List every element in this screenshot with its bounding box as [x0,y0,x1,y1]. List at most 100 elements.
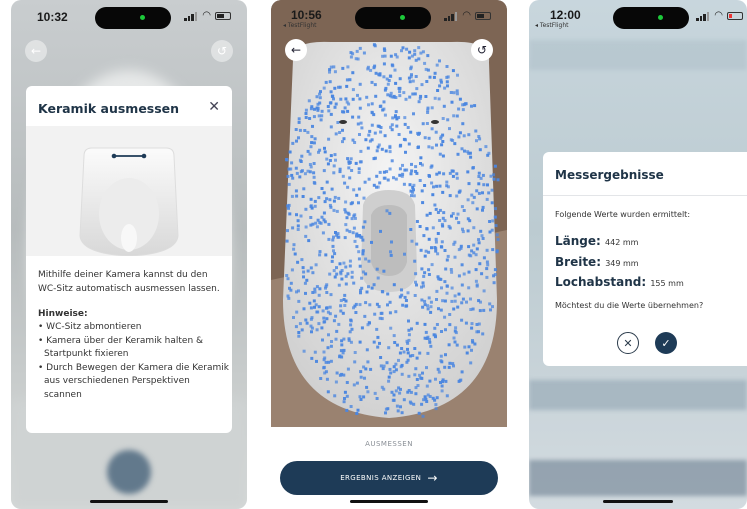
scan-point [462,103,466,107]
scan-point [433,326,437,330]
scan-point [334,158,337,162]
scan-point [386,303,389,307]
scan-point [302,349,306,353]
scan-point [437,97,441,101]
scan-point [304,112,308,115]
scan-point [323,146,326,150]
scan-point [314,263,318,267]
scan-point [409,67,413,71]
scan-point [312,299,316,303]
scan-point [351,138,355,142]
testflight-back-link[interactable]: ◂ TestFlight [283,22,316,29]
scan-point [294,325,298,329]
scan-point [287,182,291,186]
scan-point [285,274,289,277]
scan-point [303,281,307,285]
dynamic-island [613,7,689,29]
scan-point [482,256,486,260]
scan-point [407,76,411,80]
scan-point [458,379,462,382]
scan-point [297,136,300,140]
scan-point [331,255,334,259]
scan-point [303,129,307,132]
toilet-illustration [26,126,232,257]
scan-point [305,278,309,282]
wifi-icon: ◠ [462,10,471,21]
scan-point [450,286,454,290]
scan-point [415,283,418,287]
scan-point [328,159,332,162]
back-button[interactable]: ← [25,40,47,62]
camera-view [271,0,507,427]
scan-point [350,201,354,205]
scan-point [459,244,463,248]
scan-point [323,220,327,224]
status-bar: 12:00 ◂ TestFlight ◠ [529,0,747,34]
scan-point [405,168,409,172]
scan-point [440,240,444,244]
scan-point [359,398,363,401]
show-result-button[interactable]: ERGEBNIS ANZEIGEN → [280,461,498,495]
scan-point [425,122,429,125]
scan-point [427,145,431,149]
scan-point [458,131,462,135]
scan-point [322,169,326,173]
scan-point [415,242,419,246]
scan-point [364,138,368,142]
scan-point [334,380,338,384]
scan-point [464,321,468,325]
back-arrow-icon[interactable]: ← [285,39,307,61]
scan-point [362,196,366,200]
scan-point [436,252,440,256]
scan-point [488,302,492,306]
scan-point [328,198,332,202]
scan-point [439,308,443,312]
scan-point [423,61,427,65]
scan-point [343,236,347,240]
scan-point [460,301,464,305]
accept-button[interactable]: ✓ [655,332,677,354]
wifi-icon: ◠ [202,10,211,21]
scan-point [452,114,456,118]
scan-point [393,341,397,344]
scan-point [392,365,396,369]
scan-point [400,174,404,178]
scan-point [413,259,417,263]
scan-point [428,379,432,383]
scan-point [419,376,423,380]
undo-button[interactable]: ↺ [211,40,233,62]
scan-point [335,272,339,276]
scan-point [318,250,322,254]
scan-point [347,212,351,216]
scan-point [359,370,363,374]
scan-point [363,376,366,380]
scan-point [421,201,425,205]
scan-point [403,116,407,120]
scan-point [420,83,424,87]
scan-point [358,264,362,268]
scan-point [417,100,421,104]
scan-point [433,71,437,75]
scan-point [327,333,330,337]
scan-point [455,114,459,118]
scan-point [373,131,377,135]
undo-icon[interactable]: ↺ [471,39,493,61]
status-bar: 10:32 ◠ [11,0,247,34]
scan-point [401,46,405,50]
scan-point [485,248,489,252]
scan-point [409,390,413,394]
scan-point [431,226,435,230]
reject-button[interactable]: ✕ [617,332,639,354]
scan-point [358,133,361,136]
scan-point [332,164,336,168]
testflight-back-link[interactable]: ◂ TestFlight [535,22,568,29]
scan-point [292,243,296,247]
close-icon[interactable]: ✕ [208,99,220,115]
scan-point [398,295,402,299]
scan-point [386,82,390,86]
scan-point [446,254,450,258]
scan-point [454,326,458,330]
scan-point [315,225,319,229]
scan-point [450,169,454,173]
scan-point [455,194,459,198]
